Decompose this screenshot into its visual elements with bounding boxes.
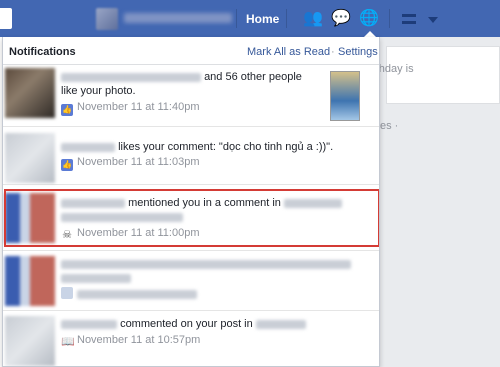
home-link[interactable]: Home — [246, 12, 279, 26]
notification-meta: 📖 November 11 at 10:57pm — [61, 334, 201, 348]
blurred-name — [61, 259, 351, 269]
blurred-name — [255, 319, 306, 329]
notification-meta: 👍 November 11 at 11:40pm — [61, 101, 200, 116]
blurred-name — [61, 142, 115, 152]
notification-meta: 👍 November 11 at 11:03pm — [61, 156, 200, 171]
notification-text: like your photo. — [61, 85, 136, 97]
group-icon — [61, 287, 73, 299]
privacy-shortcuts-icon[interactable] — [402, 14, 416, 24]
friend-requests-icon[interactable]: 👥 — [302, 8, 324, 30]
notification-text: likes your comment: "dọc cho tinh ngủ a … — [61, 140, 333, 154]
notification-text-part: likes your comment: "dọc cho tinh ngủ a … — [118, 141, 334, 153]
notification-time: November 11 at 11:40pm — [77, 101, 200, 113]
notification-text — [61, 271, 131, 285]
notification-text: and 56 other people — [61, 70, 302, 84]
book-icon: 📖 — [61, 336, 75, 348]
top-navigation-bar: Home 👥 💬 🌐 — [0, 0, 500, 37]
search-box[interactable] — [0, 8, 12, 29]
notifications-dropdown: Notifications Mark All as Read · Setting… — [2, 37, 380, 367]
notification-item[interactable]: and 56 other people like your photo. 👍 No… — [3, 65, 379, 127]
blurred-name — [61, 319, 117, 329]
highlight-box — [4, 189, 379, 247]
profile-avatar[interactable] — [96, 8, 118, 30]
notification-item[interactable]: likes your comment: "dọc cho tinh ngủ a … — [3, 127, 379, 185]
notification-text — [61, 257, 351, 271]
mark-all-as-read-link[interactable]: Mark All as Read — [247, 46, 330, 58]
notification-item[interactable]: commented on your post in 📖 November 11 a… — [3, 311, 379, 366]
avatar — [5, 133, 55, 183]
background-text: es · — [380, 120, 399, 132]
blurred-name — [61, 273, 131, 283]
photo-thumbnail[interactable] — [330, 71, 360, 121]
avatar — [5, 68, 55, 118]
nav-divider — [389, 9, 390, 28]
notification-text-part: commented on your post in — [120, 318, 253, 330]
notification-time: November 11 at 11:03pm — [77, 156, 200, 168]
notification-item[interactable] — [3, 251, 379, 311]
notifications-globe-icon[interactable]: 🌐 — [358, 8, 380, 30]
nav-divider — [236, 9, 237, 28]
avatar — [5, 256, 55, 306]
nav-divider — [286, 9, 287, 28]
blurred-name — [61, 72, 201, 82]
notifications-header: Notifications Mark All as Read · Setting… — [3, 37, 379, 65]
notification-time: November 11 at 10:57pm — [77, 334, 201, 346]
profile-name[interactable] — [124, 13, 232, 23]
like-icon: 👍 — [61, 159, 73, 171]
notification-meta — [61, 287, 197, 300]
notifications-title: Notifications — [9, 46, 76, 58]
blurred-time — [77, 289, 197, 299]
like-icon: 👍 — [61, 104, 73, 116]
separator: · — [331, 46, 335, 58]
messages-icon[interactable]: 💬 — [330, 8, 352, 30]
notification-text-part: and 56 other people — [204, 71, 302, 83]
notification-text: commented on your post in — [61, 317, 306, 331]
chevron-down-icon[interactable] — [428, 17, 438, 23]
settings-link[interactable]: Settings — [338, 46, 378, 58]
avatar — [5, 316, 55, 366]
